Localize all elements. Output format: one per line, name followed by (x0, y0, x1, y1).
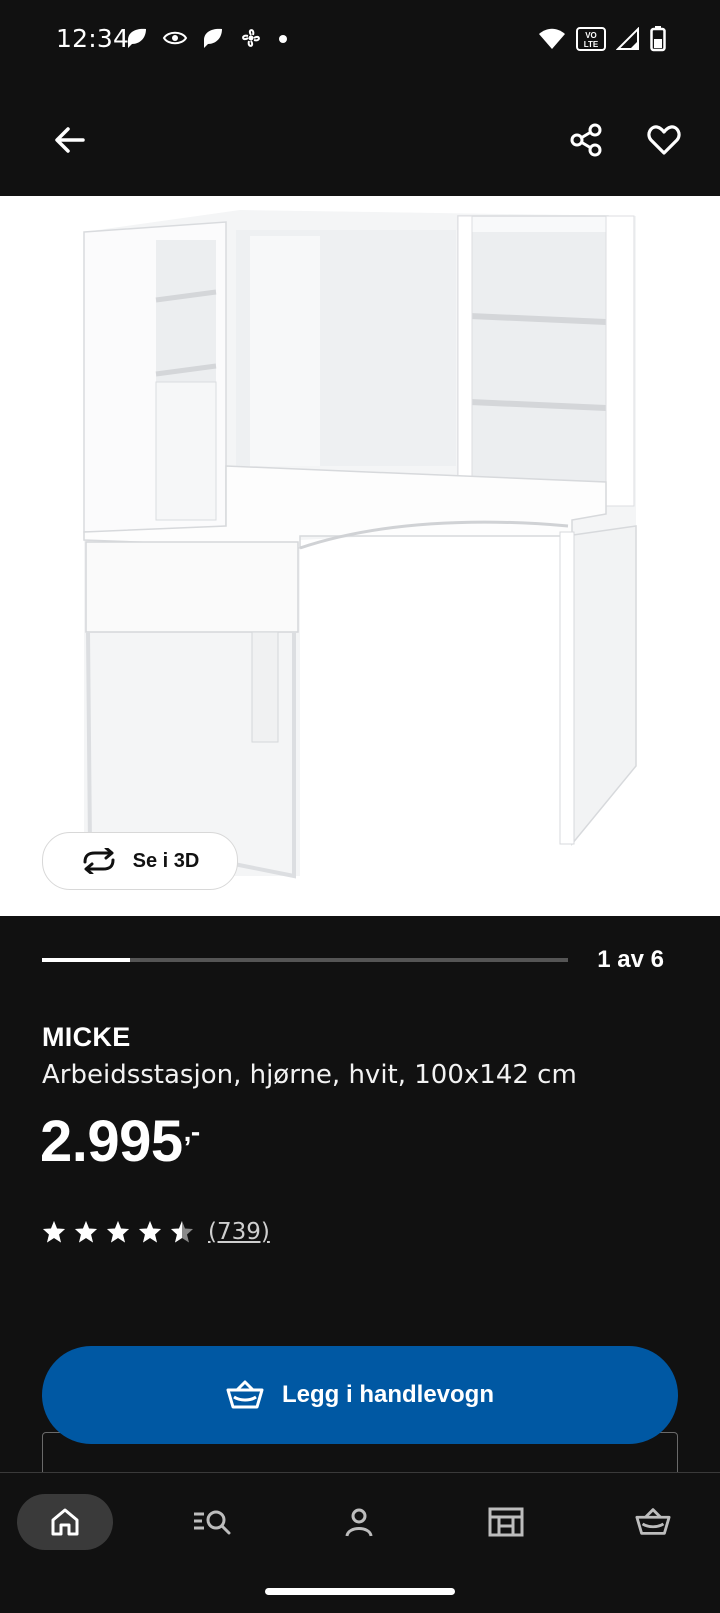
star-icon (43, 1221, 65, 1243)
nav-profile[interactable] (311, 1494, 407, 1550)
notification-icons (124, 26, 290, 50)
price-value: 2.995 (40, 1109, 183, 1174)
wifi-icon (539, 28, 565, 49)
basket-icon (226, 1380, 264, 1409)
store-icon (488, 1507, 524, 1537)
product-price: 2.995,- (40, 1108, 200, 1175)
volte-icon: VOLTE (576, 27, 606, 51)
see-in-3d-label: Se i 3D (132, 849, 200, 872)
heart-icon (647, 125, 681, 155)
share-icon (570, 123, 602, 157)
rating-stars[interactable] (42, 1220, 194, 1244)
signal-icon (616, 27, 639, 50)
arrow-left-icon (55, 127, 85, 153)
fan-icon (242, 29, 260, 47)
svg-text:VO: VO (585, 31, 597, 40)
nav-cart[interactable] (605, 1494, 701, 1550)
svg-text:LTE: LTE (584, 40, 599, 49)
home-icon (51, 1508, 79, 1536)
profile-icon (345, 1508, 373, 1537)
product-description: Arbeidsstasjon, hjørne, hvit, 100x142 cm (42, 1060, 577, 1090)
home-indicator[interactable] (265, 1588, 455, 1595)
star-icon (107, 1221, 129, 1243)
price-suffix: ,- (183, 1116, 201, 1147)
system-icons: VO LTE (538, 26, 666, 52)
desk-illustration (83, 210, 637, 879)
leaf-icon (204, 28, 222, 48)
back-button[interactable] (42, 112, 98, 168)
product-image[interactable] (0, 196, 720, 916)
star-icon (75, 1221, 97, 1243)
battery-icon (650, 26, 666, 52)
add-to-cart-label: Legg i handlevogn (281, 1381, 494, 1408)
status-time: 12:34 (56, 24, 130, 53)
search-list-icon (194, 1510, 231, 1535)
favorite-button[interactable] (636, 112, 692, 168)
star-icon (171, 1221, 193, 1243)
leaf-icon (128, 28, 146, 48)
dot-icon (279, 35, 287, 43)
nav-search[interactable] (164, 1494, 260, 1550)
see-in-3d-button[interactable]: Se i 3D (42, 832, 238, 890)
nav-stores[interactable] (458, 1494, 554, 1550)
share-button[interactable] (558, 112, 614, 168)
review-count-link[interactable]: (739) (208, 1219, 270, 1245)
rotate-3d-icon (83, 848, 115, 874)
gallery-progress (42, 958, 568, 962)
add-to-cart-button[interactable]: Legg i handlevogn (42, 1346, 678, 1444)
gallery-pager: 1 av 6 (597, 946, 664, 973)
product-name: MICKE (42, 1022, 131, 1052)
nav-home[interactable] (17, 1494, 113, 1550)
eye-icon (162, 31, 188, 45)
basket-icon (635, 1508, 671, 1535)
gallery-progress-fill (42, 958, 130, 962)
star-icon (139, 1221, 161, 1243)
